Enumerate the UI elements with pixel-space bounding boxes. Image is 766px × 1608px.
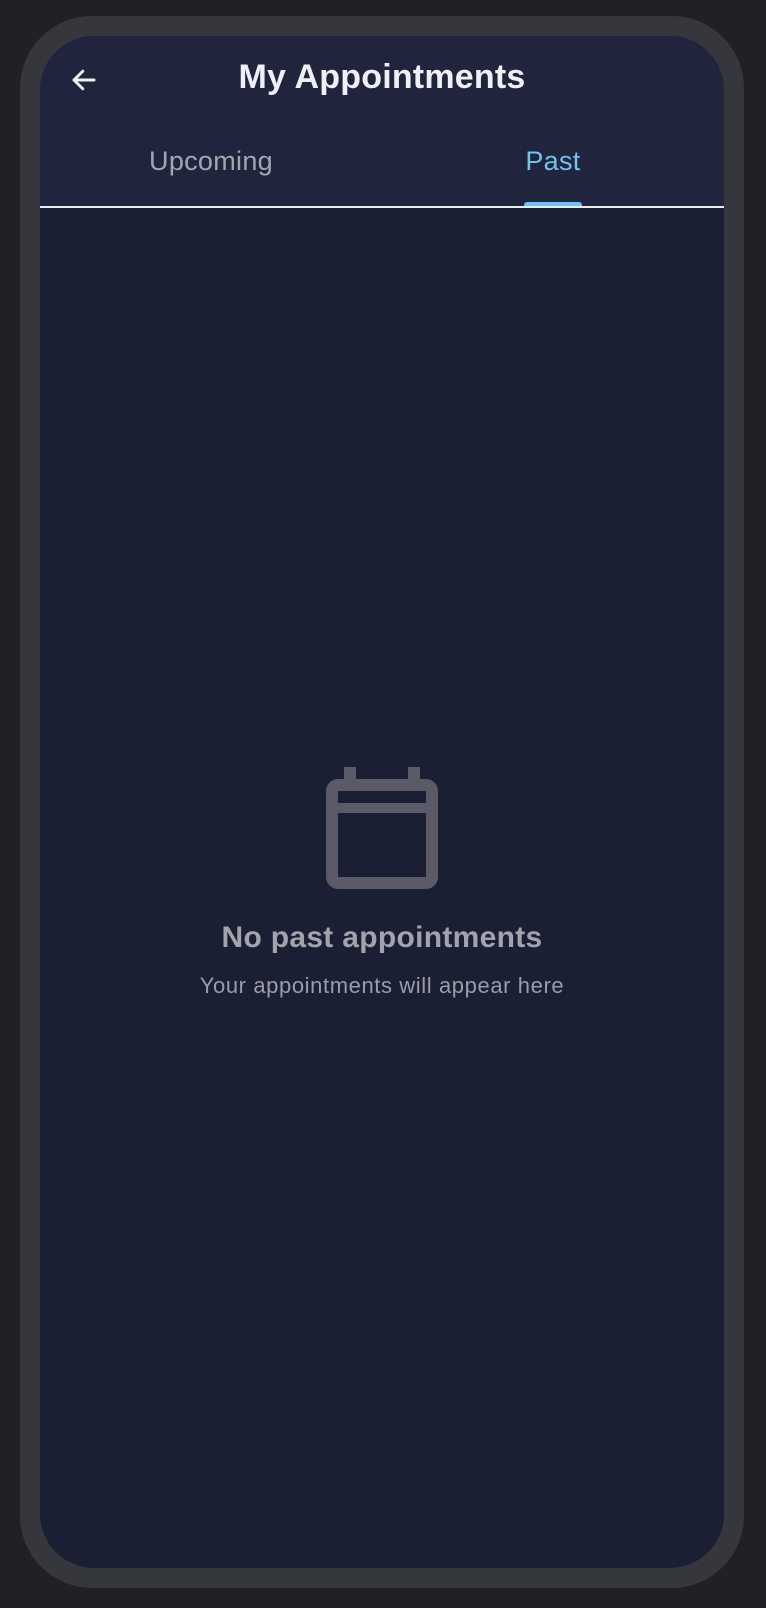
app-bar: My Appointments Upcoming Past [40,36,724,207]
calendar-icon [326,767,438,889]
empty-state: No past appointments Your appointments w… [40,767,724,999]
tab-upcoming[interactable]: Upcoming [40,136,382,206]
tab-divider [40,206,724,208]
app-screen: My Appointments Upcoming Past No past ap… [40,36,724,1568]
page-title: My Appointments [238,58,526,96]
tab-upcoming-label: Upcoming [149,146,273,176]
empty-state-title: No past appointments [221,921,543,954]
tab-past[interactable]: Past [382,136,724,206]
tab-bar: Upcoming Past [40,136,724,206]
empty-state-subtitle: Your appointments will appear here [199,973,565,998]
tab-past-label: Past [525,146,581,176]
